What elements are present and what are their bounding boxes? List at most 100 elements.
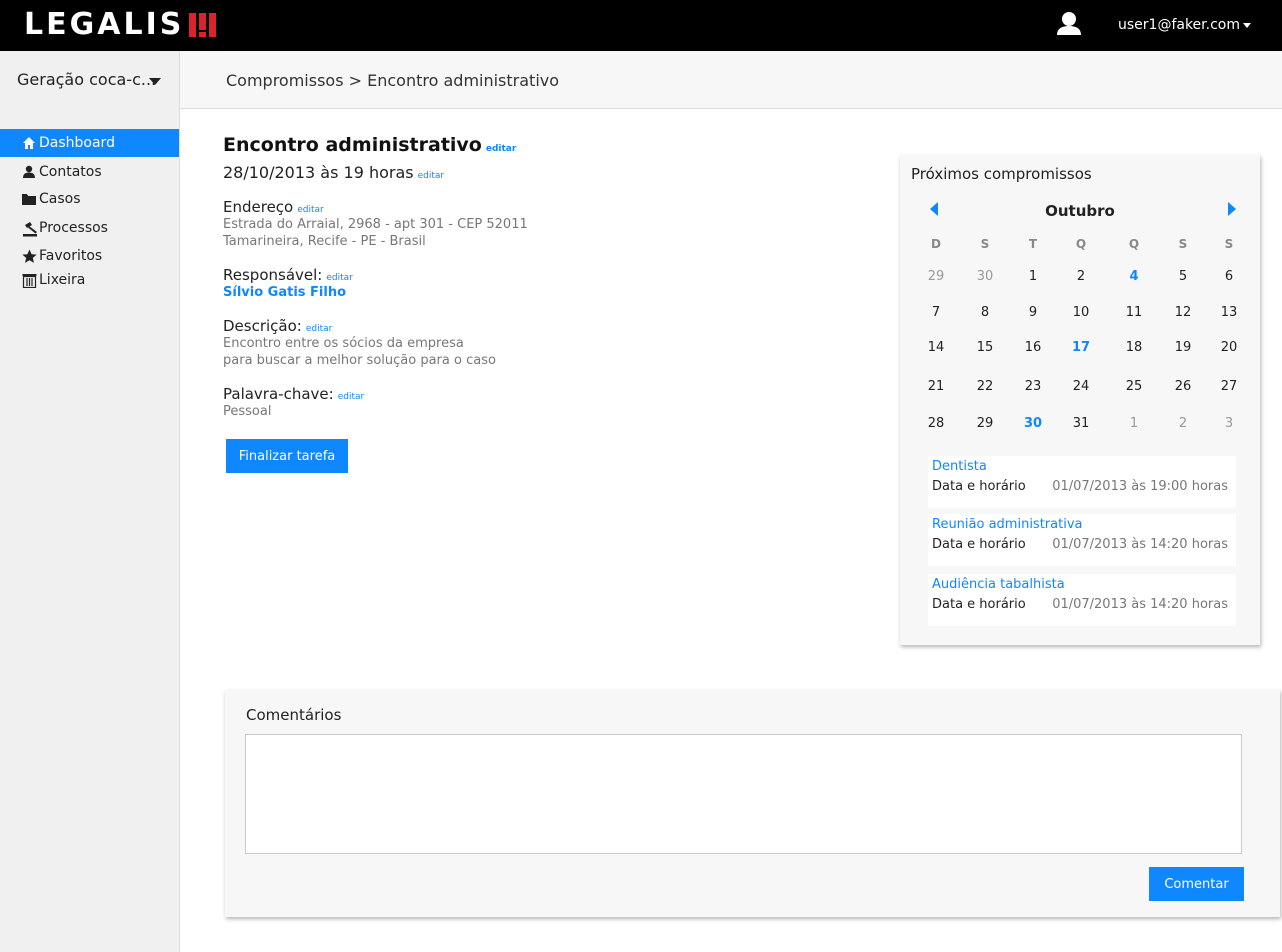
next-month-icon[interactable] xyxy=(1228,202,1236,216)
appointment-item[interactable]: Audiência tabalhista Data e horário 01/0… xyxy=(928,574,1236,626)
calendar-day[interactable]: 31 xyxy=(1066,416,1096,432)
calendar-month: Outubro xyxy=(1045,202,1115,220)
calendar-day[interactable]: 26 xyxy=(1168,379,1198,395)
calendar-day[interactable]: 25 xyxy=(1119,379,1149,395)
calendar-day[interactable]: 23 xyxy=(1018,379,1048,395)
appointment-title: Encontro administrativo xyxy=(223,134,482,156)
user-email-menu[interactable]: user1@faker.com xyxy=(1118,16,1240,34)
appointment-item[interactable]: Reunião administrativa Data e horário 01… xyxy=(928,514,1236,566)
calendar-day[interactable]: 2 xyxy=(1168,416,1198,432)
appointment-item-label: Data e horário xyxy=(932,479,1026,494)
calendar-day[interactable]: 10 xyxy=(1066,305,1096,321)
breadcrumb-bar: Compromissos > Encontro administrativo xyxy=(180,51,1282,109)
sidebar-item-label: Lixeira xyxy=(39,272,86,288)
user-avatar-icon[interactable] xyxy=(1055,11,1083,37)
calendar-weekday: T xyxy=(1028,237,1038,251)
calendar-day[interactable]: 5 xyxy=(1168,269,1198,285)
sidebar-item-dashboard[interactable]: Dashboard xyxy=(0,129,179,157)
responsible-link[interactable]: Sílvio Gatis Filho xyxy=(223,284,346,301)
sidebar-item-processos[interactable]: Processos xyxy=(0,214,179,242)
calendar-day[interactable]: 17 xyxy=(1066,340,1096,356)
calendar-day[interactable]: 14 xyxy=(921,340,951,356)
upcoming-appointments-panel: Próximos compromissos Outubro D S T Q Q S S 29 3… xyxy=(900,155,1260,645)
calendar-day[interactable]: 8 xyxy=(970,305,1000,321)
edit-address-link[interactable]: editar xyxy=(297,205,324,215)
sidebar-item-label: Favoritos xyxy=(39,248,103,264)
calendar-day[interactable]: 12 xyxy=(1168,305,1198,321)
sidebar-item-contatos[interactable]: Contatos xyxy=(0,158,179,186)
calendar-day[interactable]: 27 xyxy=(1214,379,1244,395)
edit-description-link[interactable]: editar xyxy=(306,324,333,334)
calendar-day[interactable]: 30 xyxy=(970,269,1000,285)
comments-title: Comentários xyxy=(246,706,342,724)
address-line-2: Tamarineira, Recife - PE - Brasil xyxy=(223,234,426,249)
edit-title-link[interactable]: editar xyxy=(486,144,516,154)
calendar-day[interactable]: 2 xyxy=(1066,269,1096,285)
sidebar-item-label: Contatos xyxy=(39,164,102,180)
comment-input[interactable] xyxy=(245,734,1242,854)
appointment-datetime: 28/10/2013 às 19 horas editar xyxy=(223,163,444,186)
panel-title: Próximos compromissos xyxy=(911,165,1092,183)
calendar-day[interactable]: 7 xyxy=(921,305,951,321)
calendar-day[interactable]: 13 xyxy=(1214,305,1244,321)
org-caret-icon[interactable] xyxy=(149,78,161,85)
edit-keyword-link[interactable]: editar xyxy=(338,392,365,402)
appointment-item-title[interactable]: Audiência tabalhista xyxy=(932,576,1065,594)
calendar-day[interactable]: 1 xyxy=(1119,416,1149,432)
calendar-day[interactable]: 15 xyxy=(970,340,1000,356)
breadcrumb[interactable]: Compromissos > Encontro administrativo xyxy=(226,71,559,91)
appointment-item-title[interactable]: Dentista xyxy=(932,458,987,476)
calendar-day[interactable]: 19 xyxy=(1168,340,1198,356)
edit-datetime-link[interactable]: editar xyxy=(418,171,445,181)
address-line-1: Estrada do Arraial, 2968 - apt 301 - CEP… xyxy=(223,217,528,232)
user-menu-caret-icon[interactable] xyxy=(1243,23,1251,28)
calendar-day[interactable]: 20 xyxy=(1214,340,1244,356)
calendar-day[interactable]: 1 xyxy=(1018,269,1048,285)
sidebar-item-label: Casos xyxy=(39,191,81,207)
calendar-weekday: S xyxy=(1224,237,1234,251)
description-label: Descrição: xyxy=(223,317,302,335)
org-selector[interactable]: Geração coca-c... xyxy=(17,70,156,90)
calendar-day[interactable]: 29 xyxy=(970,416,1000,432)
folder-icon xyxy=(22,192,36,206)
sidebar-item-label: Processos xyxy=(39,220,108,236)
prev-month-icon[interactable] xyxy=(930,202,938,216)
calendar-day[interactable]: 6 xyxy=(1214,269,1244,285)
keyword-label: Palavra-chave: xyxy=(223,385,334,403)
submit-comment-button[interactable]: Comentar xyxy=(1149,867,1244,901)
calendar-day[interactable]: 22 xyxy=(970,379,1000,395)
calendar-day[interactable]: 11 xyxy=(1119,305,1149,321)
sidebar-item-lixeira[interactable]: Lixeira xyxy=(0,266,179,294)
calendar-day[interactable]: 29 xyxy=(921,269,951,285)
calendar-day[interactable]: 3 xyxy=(1214,416,1244,432)
sidebar-item-label: Dashboard xyxy=(39,135,115,151)
sidebar-item-casos[interactable]: Casos xyxy=(0,185,179,213)
trash-icon xyxy=(22,273,37,288)
appointment-item-label: Data e horário xyxy=(932,537,1026,552)
person-icon xyxy=(22,165,36,179)
calendar-day[interactable]: 30 xyxy=(1018,416,1048,432)
calendar-day[interactable]: 9 xyxy=(1018,305,1048,321)
top-bar: LEGALIS user1@faker.com xyxy=(0,0,1282,51)
calendar-day[interactable]: 18 xyxy=(1119,340,1149,356)
star-icon xyxy=(22,249,37,263)
appointment-item-time: 01/07/2013 às 19:00 horas xyxy=(1052,479,1228,494)
calendar-day[interactable]: 4 xyxy=(1119,269,1149,285)
calendar-day[interactable]: 16 xyxy=(1018,340,1048,356)
calendar-day[interactable]: 24 xyxy=(1066,379,1096,395)
page-title: Encontro administrativo editar xyxy=(223,133,516,161)
legalis-logo[interactable]: LEGALIS xyxy=(24,8,218,42)
appointment-item[interactable]: Dentista Data e horário 01/07/2013 às 19… xyxy=(928,456,1236,508)
keyword-value: Pessoal xyxy=(223,404,272,419)
logo-text: LEGALIS xyxy=(24,7,185,42)
description-line-2: para buscar a melhor solução para o caso xyxy=(223,353,496,368)
calendar-weekday: S xyxy=(1178,237,1188,251)
comments-panel: Comentários Comentar xyxy=(225,690,1280,917)
calendar-day[interactable]: 21 xyxy=(921,379,951,395)
calendar-day[interactable]: 28 xyxy=(921,416,951,432)
edit-responsible-link[interactable]: editar xyxy=(326,273,353,283)
responsible-label: Responsável: xyxy=(223,266,323,284)
appointment-item-time: 01/07/2013 às 14:20 horas xyxy=(1052,537,1228,552)
appointment-item-title[interactable]: Reunião administrativa xyxy=(932,516,1082,534)
finalize-task-button[interactable]: Finalizar tarefa xyxy=(226,439,348,473)
